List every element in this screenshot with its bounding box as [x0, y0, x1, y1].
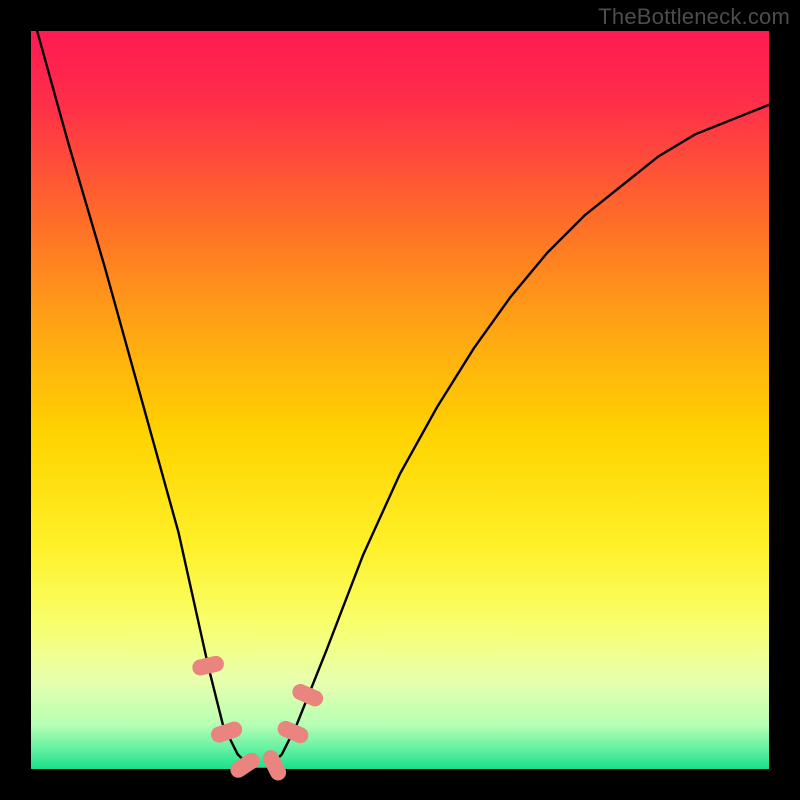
chart-frame: TheBottleneck.com	[0, 0, 800, 800]
watermark-text: TheBottleneck.com	[598, 4, 790, 30]
chart-svg	[0, 0, 800, 800]
